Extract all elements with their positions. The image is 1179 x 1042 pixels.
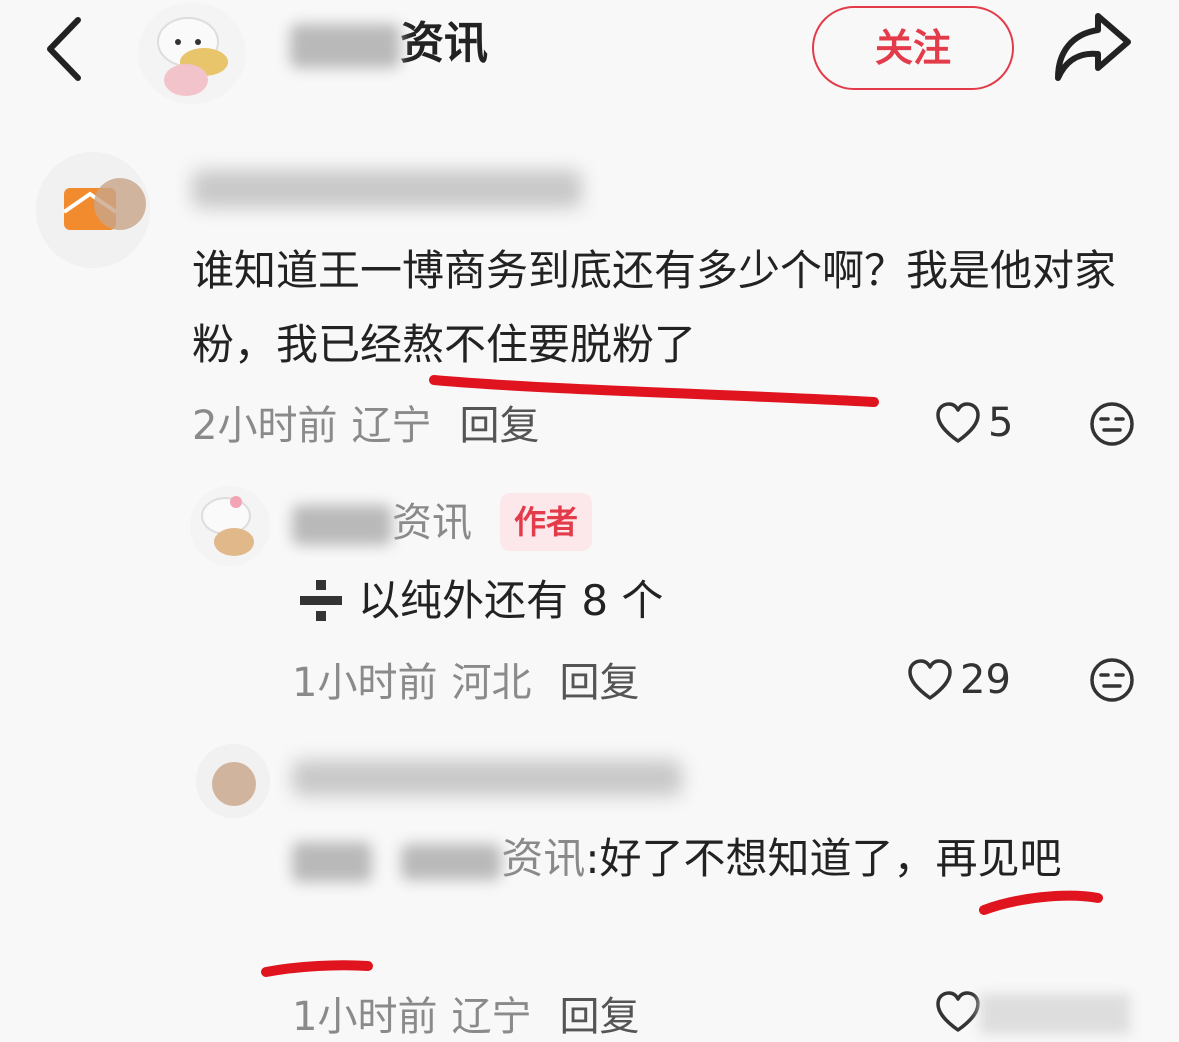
author-tag-badge: 作者 [500, 493, 593, 551]
reply-button[interactable]: 回复 [559, 994, 639, 1040]
reply-author-name: 资讯 [292, 496, 472, 550]
heart-icon[interactable] [934, 990, 982, 1034]
reply-back-time: 1小时前 [292, 994, 438, 1040]
meh-face-icon[interactable] [1088, 400, 1136, 448]
commenter-name-blurred [292, 760, 682, 796]
reply-time: 1小时前 [292, 660, 438, 706]
reply-back-meta: 1小时前 辽宁 回复 [292, 984, 639, 1042]
commenter-avatar[interactable] [36, 152, 150, 268]
comment-time: 2小时前 [192, 403, 338, 449]
follow-button[interactable]: 关注 [812, 6, 1014, 90]
like-count: 5 [988, 400, 1014, 446]
reply-text: 以纯外还有 8 个 [358, 576, 664, 625]
author-name: 资讯 [290, 14, 488, 74]
heart-icon [906, 658, 954, 702]
like-count: 29 [960, 657, 1011, 703]
reply-button[interactable]: 回复 [559, 660, 639, 706]
comment-text: 谁知道王一博商务到底还有多少个啊？我是他对家粉，我已经熬不住要脱粉了 [192, 246, 1117, 369]
reply-location: 河北 [451, 660, 532, 706]
meh-face-icon[interactable] [1088, 656, 1136, 704]
reply-to-name: 资讯 [501, 834, 586, 883]
commenter-name-blurred [192, 170, 582, 208]
reply-colon: : [585, 834, 600, 883]
like-button[interactable]: 5 [934, 398, 1013, 448]
watermark-blur [980, 994, 1130, 1034]
heart-icon [934, 401, 982, 445]
back-icon[interactable] [40, 14, 90, 84]
reply-meta: 1小时前 河北 回复 [292, 650, 639, 708]
commenter-avatar[interactable] [196, 744, 270, 818]
share-icon[interactable] [1050, 8, 1134, 84]
reply-back-location: 辽宁 [451, 994, 532, 1040]
comment-meta: 2小时前 辽宁 回复 [192, 393, 539, 451]
divide-icon [298, 578, 344, 624]
like-button[interactable]: 29 [906, 655, 1011, 705]
reply-back-text: 资讯:好了不想知道了，再见吧 [292, 822, 1132, 896]
reply-button[interactable]: 回复 [459, 403, 539, 449]
author-avatar[interactable] [138, 2, 246, 104]
reply-back-message: 好了不想知道了，再见吧 [599, 834, 1062, 883]
comment-location: 辽宁 [351, 403, 432, 449]
author-reply-avatar[interactable] [190, 486, 270, 566]
